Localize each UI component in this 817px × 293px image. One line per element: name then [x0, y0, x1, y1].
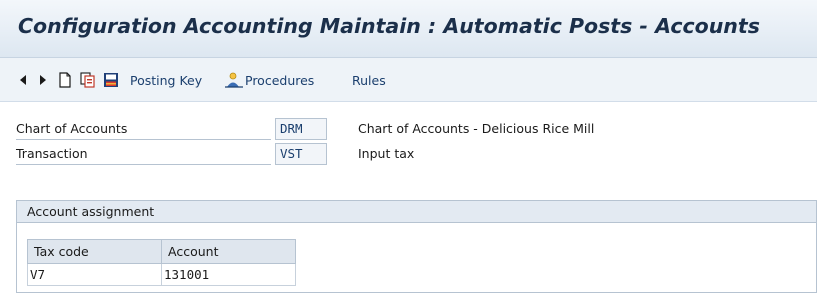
forward-arrow-icon	[40, 75, 46, 85]
copy-documents-icon	[80, 72, 95, 88]
procedures-button[interactable]: Procedures	[224, 70, 314, 90]
new-entries-button[interactable]	[58, 70, 72, 90]
rules-button[interactable]: Rules	[352, 70, 386, 90]
forward-button[interactable]	[38, 70, 48, 90]
tax-code-cell[interactable]: V7	[27, 263, 162, 286]
person-procedure-icon	[225, 72, 243, 88]
chart-of-accounts-field[interactable]: DRM	[275, 118, 327, 140]
column-header-account[interactable]: Account	[161, 239, 296, 264]
column-header-tax-code[interactable]: Tax code	[27, 239, 162, 264]
back-button[interactable]	[18, 70, 28, 90]
transaction-label: Transaction	[16, 143, 271, 165]
transaction-field[interactable]: VST	[275, 143, 327, 165]
account-assignment-group: Account assignment Tax code Account V7 1…	[16, 200, 817, 293]
account-assignment-title: Account assignment	[17, 201, 816, 223]
application-toolbar: Posting Key Procedures Rules	[0, 58, 817, 102]
save-button[interactable]	[103, 70, 119, 90]
page-title: Configuration Accounting Maintain : Auto…	[18, 14, 760, 38]
transaction-description: Input tax	[358, 146, 415, 161]
copy-as-button[interactable]	[80, 70, 96, 90]
back-arrow-icon	[20, 75, 26, 85]
blank-document-icon	[59, 72, 71, 88]
chart-of-accounts-label: Chart of Accounts	[16, 118, 271, 140]
table-header-row: Tax code Account	[27, 239, 296, 264]
posting-key-button[interactable]: Posting Key	[130, 70, 202, 90]
chart-of-accounts-description: Chart of Accounts - Delicious Rice Mill	[358, 121, 595, 136]
account-assignment-table: Tax code Account V7 131001	[27, 239, 296, 286]
table-row[interactable]: V7 131001	[27, 263, 296, 286]
save-disk-icon	[104, 73, 118, 87]
title-bar: Configuration Accounting Maintain : Auto…	[0, 0, 817, 58]
posting-key-label: Posting Key	[130, 72, 203, 88]
procedures-label: Procedures	[245, 72, 315, 88]
account-cell[interactable]: 131001	[161, 263, 296, 286]
rules-label: Rules	[352, 72, 386, 88]
